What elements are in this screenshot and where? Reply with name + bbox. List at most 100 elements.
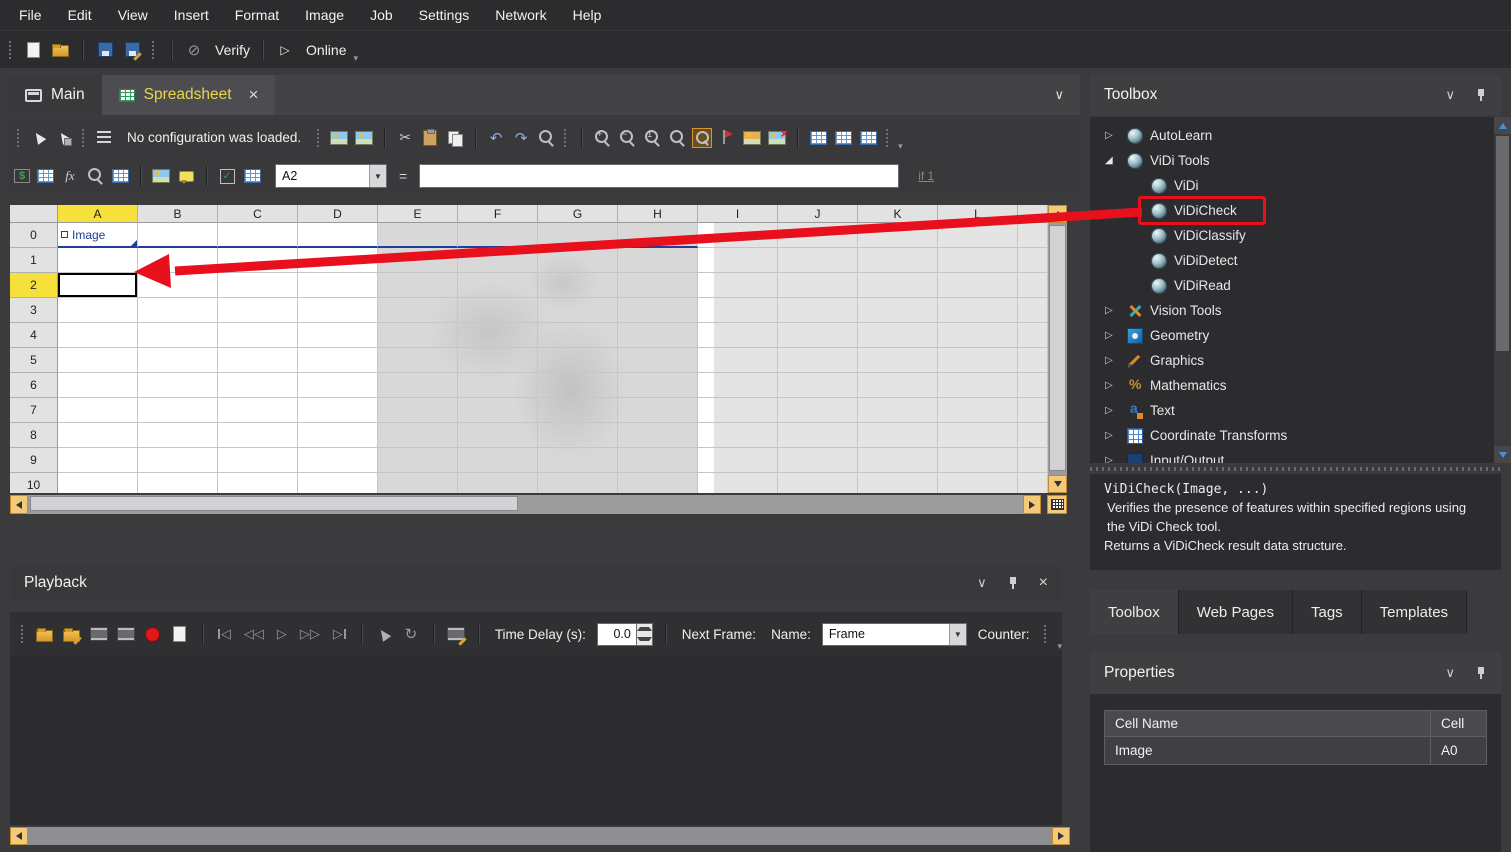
row-header-6[interactable]: 6 <box>10 373 58 398</box>
verify-button[interactable]: Verify <box>215 42 250 58</box>
cell-F5[interactable] <box>458 348 538 373</box>
cell-E3[interactable] <box>378 298 458 323</box>
cell-L1[interactable] <box>938 248 1018 273</box>
cell-state-icon[interactable] <box>110 166 130 186</box>
time-delay-stepper[interactable]: 0.0 <box>597 623 653 646</box>
online-button[interactable]: Online <box>306 42 346 58</box>
cell-B2[interactable] <box>138 273 218 298</box>
pin-icon[interactable] <box>1475 666 1487 680</box>
cell-I8[interactable] <box>698 423 778 448</box>
cell-J5[interactable] <box>778 348 858 373</box>
cell-B6[interactable] <box>138 373 218 398</box>
toggle-checkbox-icon[interactable] <box>217 166 237 186</box>
cell-D4[interactable] <box>298 323 378 348</box>
cell-E1[interactable] <box>378 248 458 273</box>
expander-icon[interactable] <box>1105 405 1127 416</box>
cell-H0[interactable] <box>618 223 698 248</box>
cell-C9[interactable] <box>218 448 298 473</box>
cell-L0[interactable] <box>938 223 1018 248</box>
scroll-right-icon[interactable] <box>1023 495 1041 514</box>
cell-G3[interactable] <box>538 298 618 323</box>
cell-C2[interactable] <box>218 273 298 298</box>
menu-item[interactable]: Job <box>357 0 406 30</box>
cell-H6[interactable] <box>618 373 698 398</box>
record-images-icon[interactable] <box>89 624 109 644</box>
cell-stub[interactable] <box>1018 348 1048 373</box>
export-image-icon[interactable] <box>354 128 374 148</box>
scroll-left-icon[interactable] <box>10 827 28 845</box>
cell-A5[interactable] <box>58 348 138 373</box>
cell-H8[interactable] <box>618 423 698 448</box>
zoom-fit-icon[interactable] <box>667 128 687 148</box>
cell-E10[interactable] <box>378 473 458 493</box>
copy-icon[interactable] <box>445 128 465 148</box>
close-icon[interactable]: × <box>1039 574 1048 592</box>
cell-K2[interactable] <box>858 273 938 298</box>
col-header-C[interactable]: C <box>218 205 298 223</box>
row-header-2[interactable]: 2 <box>10 273 58 298</box>
cell-J6[interactable] <box>778 373 858 398</box>
row-header-10[interactable]: 10 <box>10 473 58 493</box>
cell-H9[interactable] <box>618 448 698 473</box>
expander-icon[interactable] <box>1105 330 1127 341</box>
side-panel-tab[interactable]: Tags <box>1293 590 1362 634</box>
cell-K4[interactable] <box>858 323 938 348</box>
cell-E8[interactable] <box>378 423 458 448</box>
cell-B8[interactable] <box>138 423 218 448</box>
menu-item[interactable]: Image <box>292 0 357 30</box>
cell-A3[interactable] <box>58 298 138 323</box>
cell-B5[interactable] <box>138 348 218 373</box>
cell-J4[interactable] <box>778 323 858 348</box>
cell-J7[interactable] <box>778 398 858 423</box>
cell-J8[interactable] <box>778 423 858 448</box>
save-job-icon[interactable] <box>95 40 115 60</box>
grid-horizontal-scrollbar[interactable] <box>10 495 1067 514</box>
expander-icon[interactable] <box>1105 130 1127 141</box>
cell-E0[interactable] <box>378 223 458 248</box>
cell-D9[interactable] <box>298 448 378 473</box>
cell-L5[interactable] <box>938 348 1018 373</box>
cell-F2[interactable] <box>458 273 538 298</box>
insert-column-icon[interactable] <box>833 128 853 148</box>
toolbox-tree-item[interactable]: Vision Tools <box>1090 298 1501 323</box>
cell-K3[interactable] <box>858 298 938 323</box>
toolbox-scrollbar[interactable] <box>1494 117 1511 463</box>
scroll-down-icon[interactable] <box>1494 446 1511 463</box>
col-header-G[interactable]: G <box>538 205 618 223</box>
cell-B9[interactable] <box>138 448 218 473</box>
cell-A6[interactable] <box>58 373 138 398</box>
cell-L7[interactable] <box>938 398 1018 423</box>
cell-B1[interactable] <box>138 248 218 273</box>
side-panel-tab[interactable]: Toolbox <box>1090 590 1179 634</box>
panel-splitter[interactable] <box>1090 463 1501 474</box>
cell-C5[interactable] <box>218 348 298 373</box>
cell-L2[interactable] <box>938 273 1018 298</box>
cell-I6[interactable] <box>698 373 778 398</box>
toolbox-tree-item[interactable]: Text <box>1090 398 1501 423</box>
toolbox-tree-item[interactable]: ViDiCheck <box>1090 198 1501 223</box>
cell-I1[interactable] <box>698 248 778 273</box>
move-tool-icon[interactable] <box>54 128 74 148</box>
cell-F6[interactable] <box>458 373 538 398</box>
cell-K9[interactable] <box>858 448 938 473</box>
menu-item[interactable]: View <box>105 0 161 30</box>
grid-vertical-scrollbar[interactable] <box>1048 205 1067 493</box>
cell-F8[interactable] <box>458 423 538 448</box>
insert-function-icon[interactable] <box>60 166 80 186</box>
side-panel-tab[interactable]: Templates <box>1362 590 1467 634</box>
zoom-region-icon[interactable] <box>692 128 712 148</box>
cell-H3[interactable] <box>618 298 698 323</box>
cell-J1[interactable] <box>778 248 858 273</box>
format-table-icon[interactable] <box>35 166 55 186</box>
toolbar-grip[interactable] <box>1044 625 1048 643</box>
show-image-icon[interactable] <box>742 128 762 148</box>
cell-H10[interactable] <box>618 473 698 493</box>
comment-icon[interactable] <box>176 166 196 186</box>
row-header-8[interactable]: 8 <box>10 423 58 448</box>
step-back-icon[interactable]: ◁◁ <box>241 626 267 642</box>
cell-C3[interactable] <box>218 298 298 323</box>
row-header-5[interactable]: 5 <box>10 348 58 373</box>
cell-K7[interactable] <box>858 398 938 423</box>
cell-I3[interactable] <box>698 298 778 323</box>
cell-D7[interactable] <box>298 398 378 423</box>
